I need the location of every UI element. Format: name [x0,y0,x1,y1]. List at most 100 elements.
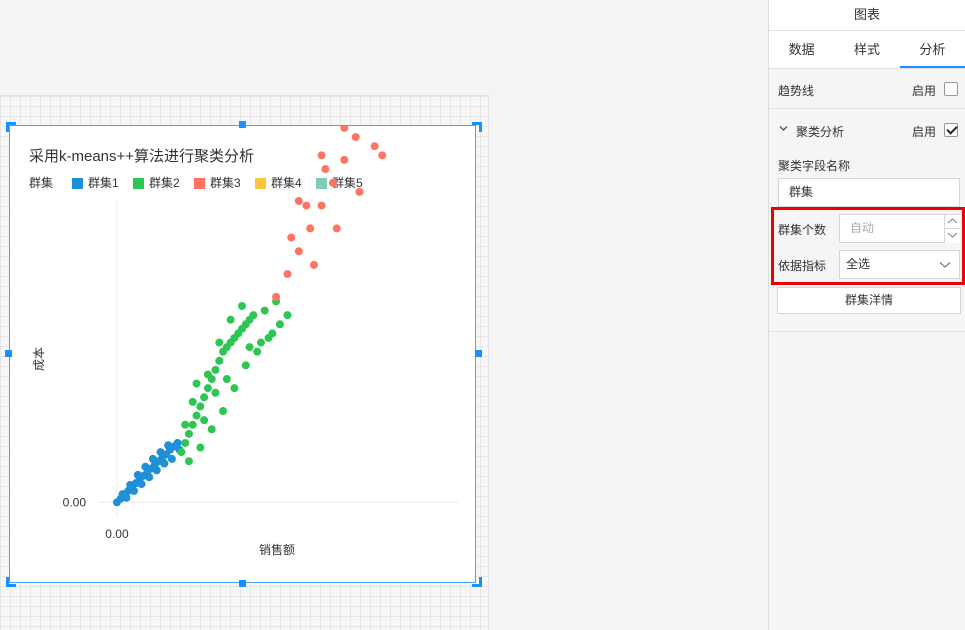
data-point [355,187,364,196]
data-point [317,151,326,160]
resize-handle-bottom[interactable] [239,580,246,587]
data-point [340,155,349,164]
data-point [226,315,235,324]
x-axis-label: 销售额 [259,542,295,557]
data-point [148,454,157,463]
data-point [310,260,318,269]
data-point [260,306,269,315]
resize-corner-tr[interactable] [472,122,482,132]
data-point [256,338,265,347]
resize-handle-right[interactable] [475,350,482,357]
cluster-field-name-input[interactable]: 群集 [778,178,960,207]
resize-corner-br[interactable] [472,577,482,587]
legend-entry: 群集1 [88,175,119,190]
x-tick-label: 0.00 [105,527,129,541]
legend-entry: 群集4 [271,175,302,190]
cluster-detail-button[interactable]: 群集洋情 [777,287,961,314]
y-tick-label: 0.00 [63,495,87,509]
data-point [184,457,193,466]
data-point [118,490,127,499]
data-point [245,343,254,352]
legend-title: 群集 [29,175,53,190]
cluster-enable-label: 启用 [911,125,936,139]
canvas-area: 采用k-means++算法进行聚类分析 群集 群集1 群集2 群集3 群集4 群集5 0.… [0,0,768,630]
tab-style[interactable]: 样式 [834,31,899,68]
legend-entry: 群集2 [149,175,180,190]
trendline-row: 趋势线 启用 [769,69,965,109]
data-point [184,429,193,438]
cluster-analysis-label: 聚类分析 [796,125,845,139]
data-point [340,126,349,132]
data-point [145,473,154,482]
data-point [321,165,330,174]
data-point [253,347,262,356]
tab-analysis[interactable]: 分析 [899,31,965,68]
data-point [126,480,135,489]
data-point [332,224,341,233]
chart-title: 采用k-means++算法进行聚类分析 [29,147,254,165]
legend-swatch [316,178,327,189]
data-point [283,270,292,279]
data-point [188,420,197,429]
cluster-enable-checkbox[interactable] [944,123,958,137]
data-point [351,133,360,142]
data-point [302,201,311,210]
trendline-label: 趋势线 [778,84,815,98]
properties-panel: 图表 数据 样式 分析 趋势线 启用 聚类分析 启用 聚类字段名称 群集 群集个… [768,0,965,630]
legend-entry: 群集3 [210,175,241,190]
data-point [164,441,173,450]
data-point [317,201,326,210]
data-point [283,311,292,320]
resize-handle-top[interactable] [239,121,246,128]
data-point [177,448,186,457]
data-point [306,224,315,233]
data-point [275,320,284,329]
data-point [203,384,212,393]
trendline-enable-label: 启用 [911,84,936,98]
data-point [141,462,150,471]
data-point [207,425,216,434]
data-point [222,375,231,384]
data-point [272,292,281,301]
chart-legend: 群集 群集1 群集2 群集3 群集4 群集5 [29,175,363,190]
data-point [167,454,176,463]
scatter-chart: 采用k-means++算法进行聚类分析 群集 群集1 群集2 群集3 群集4 群集5 0.… [29,126,458,557]
data-point [192,411,201,420]
panel-tabs: 数据 样式 分析 [769,31,965,69]
data-point [203,370,212,379]
highlight-box [771,207,965,285]
data-point [219,407,228,415]
resize-corner-bl[interactable] [6,577,16,587]
data-point [230,384,239,393]
legend-swatch [194,178,205,189]
data-point [152,466,161,475]
data-point [294,247,303,256]
data-point [196,443,205,452]
data-point [378,151,387,160]
data-point [181,438,190,447]
data-point [173,438,182,447]
panel-title: 图表 [769,0,965,31]
data-point [294,197,303,205]
data-point [211,388,220,397]
data-point [133,470,142,479]
data-point [160,459,169,468]
data-point [241,361,250,370]
resize-corner-tl[interactable] [6,122,16,132]
y-axis-label: 成本 [32,347,46,371]
trendline-enable-checkbox[interactable] [944,82,958,96]
resize-handle-left[interactable] [5,350,12,357]
data-point [370,142,379,151]
data-point [287,233,296,242]
data-point [215,338,224,347]
data-point [200,416,209,425]
chart-widget[interactable]: 采用k-means++算法进行聚类分析 群集 群集1 群集2 群集3 群集4 群集5 0.… [9,125,476,583]
data-point [211,365,220,374]
data-point [238,302,246,310]
tab-data[interactable]: 数据 [769,31,834,68]
data-point [268,329,277,338]
data-point [200,393,209,402]
data-point [215,356,224,365]
data-point [156,448,165,457]
chevron-down-icon[interactable] [779,124,788,133]
